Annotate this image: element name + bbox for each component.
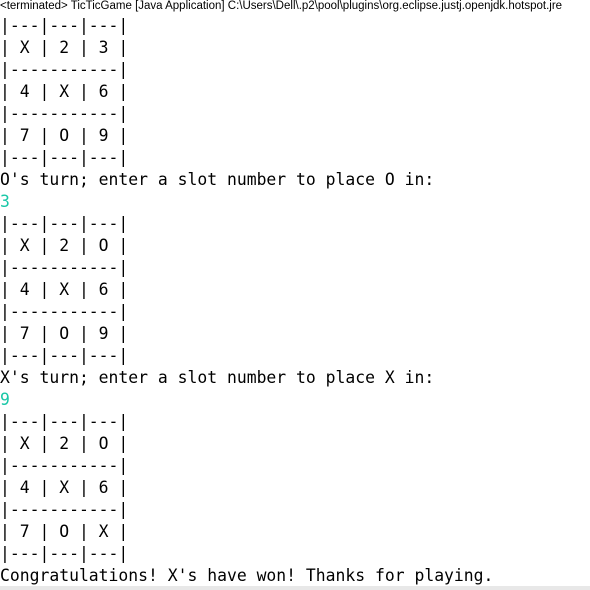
console-output-line: | 4 | X | 6 |: [0, 280, 129, 299]
console-output-line: |-----------|: [0, 104, 129, 123]
console-output-line: |---|---|---|: [0, 214, 129, 233]
console-user-input-line: 3: [0, 192, 10, 211]
console-output-line: Congratulations! X's have won! Thanks fo…: [0, 566, 494, 585]
console-output-line: | 7 | O | 9 |: [0, 324, 129, 343]
console-output-line: | 7 | O | X |: [0, 522, 129, 541]
console-output-line: | 4 | X | 6 |: [0, 82, 129, 101]
console-output-line: | 4 | X | 6 |: [0, 478, 129, 497]
console-output-line: | 7 | O | 9 |: [0, 126, 129, 145]
console-user-input-line: 9: [0, 390, 10, 409]
console-output-line: |-----------|: [0, 258, 129, 277]
console-output-line: X's turn; enter a slot number to place X…: [0, 368, 435, 387]
horizontal-scrollbar[interactable]: [0, 586, 590, 590]
console-output-line: |---|---|---|: [0, 412, 129, 431]
console-output-line: |-----------|: [0, 500, 129, 519]
console-output-line: | X | 2 | 3 |: [0, 38, 129, 57]
console-output-line: | X | 2 | O |: [0, 434, 129, 453]
console-output-line: |-----------|: [0, 60, 129, 79]
console-output-line: |-----------|: [0, 456, 129, 475]
console-output-line: O's turn; enter a slot number to place O…: [0, 170, 435, 189]
console-output-line: |-----------|: [0, 302, 129, 321]
console-output-line: |---|---|---|: [0, 544, 129, 563]
console-output-line: |---|---|---|: [0, 16, 129, 35]
console-output-area[interactable]: |---|---|---| | X | 2 | 3 | |-----------| |…: [0, 15, 590, 590]
console-output-line: | X | 2 | O |: [0, 236, 129, 255]
console-output-line: |---|---|---|: [0, 346, 129, 365]
console-status-header: <terminated> TicTicGame [Java Applicatio…: [0, 0, 563, 12]
console-output-line: |---|---|---|: [0, 148, 129, 167]
